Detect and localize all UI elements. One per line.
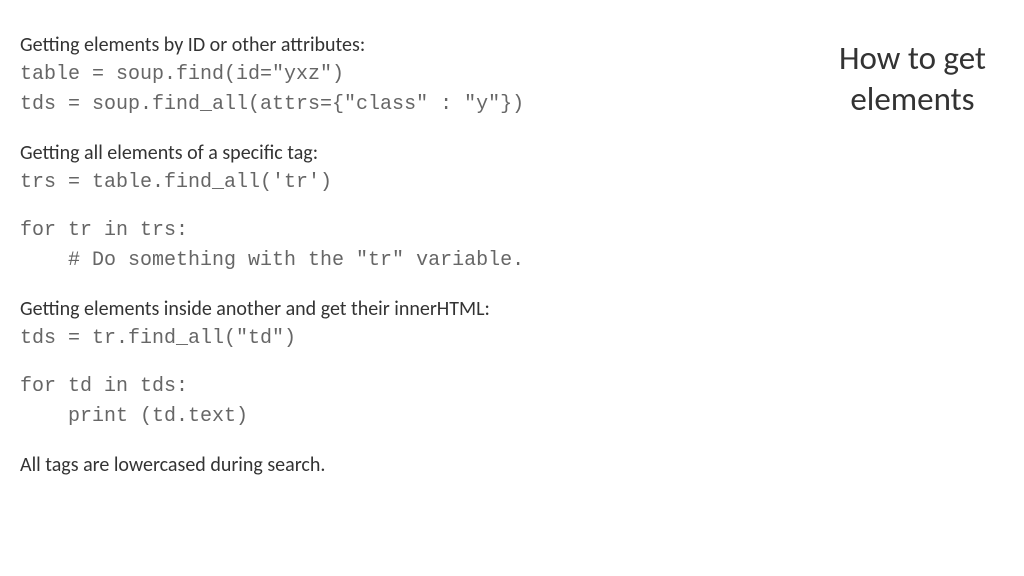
section-1-heading: Getting elements by ID or other attribut… <box>20 30 660 60</box>
section-1-code-1: table = soup.find(id="yxz") <box>20 60 660 90</box>
section-2-code-3: # Do something with the "tr" variable. <box>20 246 660 276</box>
slide-container: How to get elements Getting elements by … <box>0 0 1024 576</box>
section-2-heading: Getting all elements of a specific tag: <box>20 138 660 168</box>
section-1: Getting elements by ID or other attribut… <box>20 30 660 120</box>
title-line-2: elements <box>839 79 986 120</box>
section-3-code-3: print (td.text) <box>20 402 660 432</box>
slide-title: How to get elements <box>839 38 986 121</box>
section-3-code-1: tds = tr.find_all("td") <box>20 324 660 354</box>
section-3: Getting elements inside another and get … <box>20 294 660 432</box>
section-2-code-2: for tr in trs: <box>20 216 660 246</box>
slide-content: Getting elements by ID or other attribut… <box>20 30 660 480</box>
section-3-code-2: for td in tds: <box>20 372 660 402</box>
section-2-code-1: trs = table.find_all('tr') <box>20 168 660 198</box>
title-line-1: How to get <box>839 38 986 79</box>
section-1-code-2: tds = soup.find_all(attrs={"class" : "y"… <box>20 90 660 120</box>
footer-note: All tags are lowercased during search. <box>20 450 660 480</box>
section-2: Getting all elements of a specific tag: … <box>20 138 660 276</box>
section-3-heading: Getting elements inside another and get … <box>20 294 660 324</box>
